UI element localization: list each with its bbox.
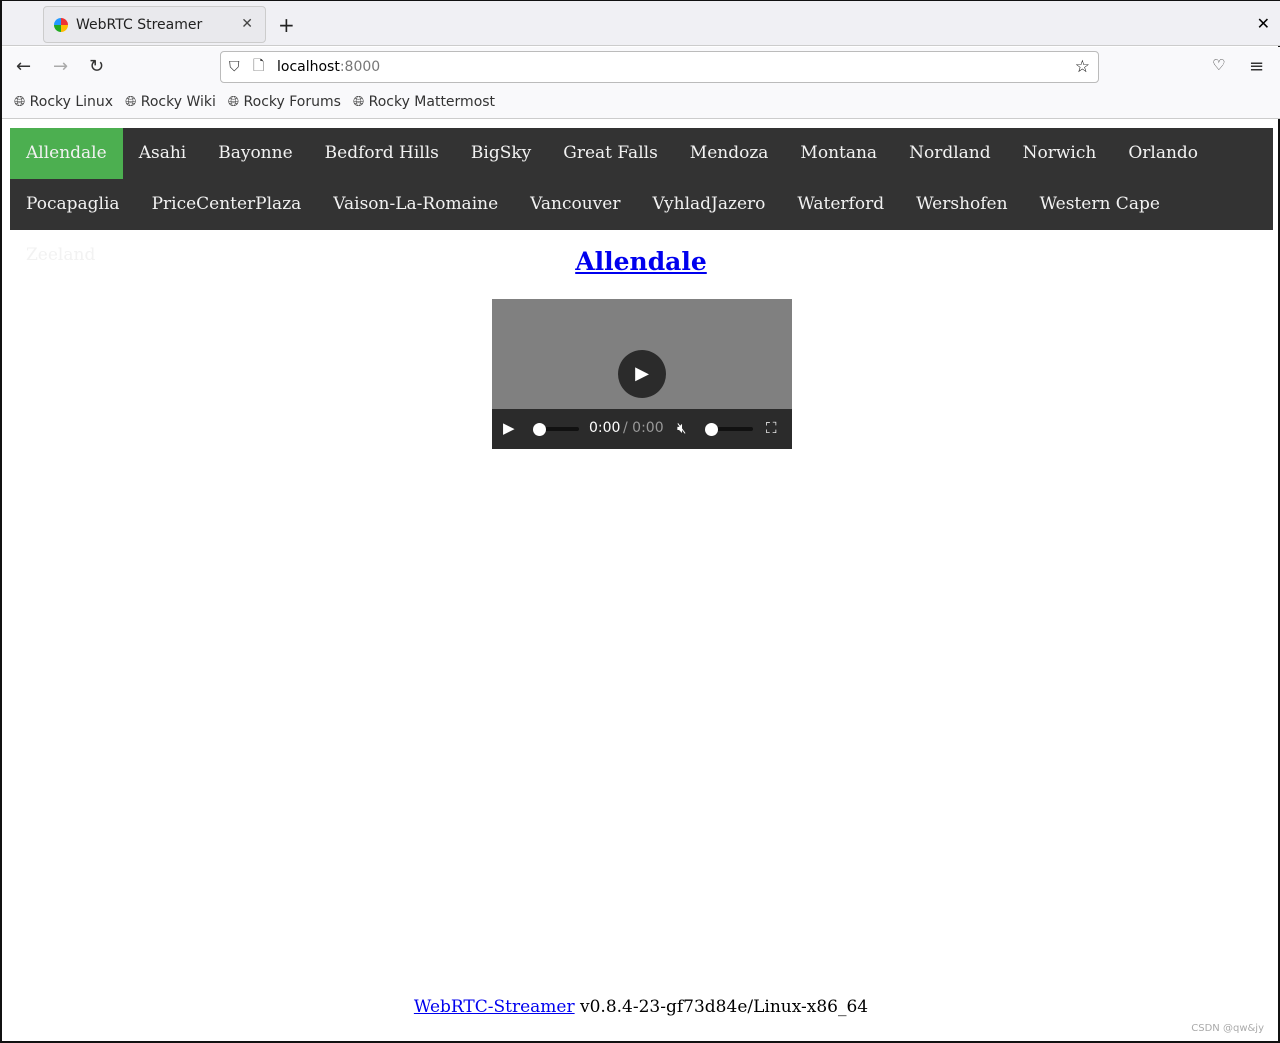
footer: WebRTC-Streamer v0.8.4-23-gf73d84e/Linux…: [2, 997, 1280, 1017]
volume-knob[interactable]: [705, 423, 718, 436]
window-close-button[interactable]: ✕: [1257, 14, 1270, 33]
nav-item-montana[interactable]: Montana: [784, 128, 893, 179]
video-player[interactable]: ▶ ▶ 0:00 / 0:00 🔇︎ ⛶: [492, 299, 792, 449]
progress-knob[interactable]: [533, 423, 546, 436]
bookmarks-bar: 🌐︎ Rocky Linux 🌐︎ Rocky Wiki 🌐︎ Rocky Fo…: [2, 86, 1280, 119]
nav-item-allendale[interactable]: Allendale: [10, 128, 123, 179]
forward-icon[interactable]: →: [53, 56, 68, 77]
nav-item-norwich[interactable]: Norwich: [1007, 128, 1113, 179]
nav-item-nordland[interactable]: Nordland: [893, 128, 1007, 179]
nav-toolbar: ← → ↻ ⛉ 🗋 localhost:8000 ☆ ♡ ≡: [2, 47, 1280, 86]
fullscreen-icon[interactable]: ⛶: [766, 419, 777, 437]
url-port: :8000: [339, 59, 381, 75]
favicon-icon: [54, 17, 68, 32]
globe-icon: 🌐︎: [352, 94, 365, 110]
browser-tab[interactable]: WebRTC Streamer ✕: [43, 6, 266, 43]
bookmark-label: Rocky Wiki: [140, 94, 216, 110]
globe-icon: 🌐︎: [125, 94, 137, 110]
project-link[interactable]: WebRTC-Streamer: [414, 997, 575, 1017]
globe-icon: 🌐︎: [14, 94, 26, 110]
new-tab-button[interactable]: +: [278, 13, 295, 37]
nav-item-pricecenterplaza[interactable]: PriceCenterPlaza: [136, 179, 318, 230]
url-host: localhost: [277, 59, 340, 75]
nav-item-orlando[interactable]: Orlando: [1112, 128, 1214, 179]
nav-item-waterford[interactable]: Waterford: [781, 179, 900, 230]
bookmark-rocky-mattermost[interactable]: 🌐︎ Rocky Mattermost: [353, 94, 495, 110]
big-play-button[interactable]: ▶: [618, 350, 666, 398]
shield-icon: ⛉: [229, 59, 240, 75]
nav-item-bigsky[interactable]: BigSky: [455, 128, 547, 179]
reload-icon[interactable]: ↻: [89, 56, 104, 77]
nav-item-vancouver[interactable]: Vancouver: [514, 179, 636, 230]
video-controls: ▶ 0:00 / 0:00 🔇︎ ⛶: [492, 409, 792, 449]
nav-item-bedford-hills[interactable]: Bedford Hills: [309, 128, 455, 179]
version-text: v0.8.4-23-gf73d84e/Linux-x86_64: [580, 997, 869, 1017]
title-link[interactable]: Allendale: [575, 247, 707, 276]
bookmark-label: Rocky Forums: [243, 94, 341, 110]
duration: / 0:00: [623, 420, 664, 436]
close-tab-icon[interactable]: ✕: [241, 16, 253, 32]
nav-item-great-falls[interactable]: Great Falls: [547, 128, 674, 179]
play-icon[interactable]: ▶: [503, 419, 515, 437]
pocket-icon[interactable]: ♡: [1212, 56, 1225, 74]
nav-item-bayonne[interactable]: Bayonne: [202, 128, 308, 179]
bookmark-label: Rocky Mattermost: [368, 94, 496, 110]
back-icon[interactable]: ←: [16, 56, 31, 77]
bookmark-rocky-linux[interactable]: 🌐︎ Rocky Linux: [14, 94, 113, 110]
current-time: 0:00: [589, 420, 621, 436]
nav-item-mendoza[interactable]: Mendoza: [674, 128, 785, 179]
nav-item-pocapaglia[interactable]: Pocapaglia: [10, 179, 136, 230]
nav-item-vaison-la-romaine[interactable]: Vaison-La-Romaine: [317, 179, 514, 230]
url-bar[interactable]: ⛉ 🗋 localhost:8000 ☆: [220, 51, 1099, 83]
page-icon: 🗋: [253, 58, 265, 74]
stream-nav: Allendale Asahi Bayonne Bedford Hills BigSky…: [10, 128, 1273, 265]
bookmark-label: Rocky Linux: [29, 94, 114, 110]
nav-item-wershofen[interactable]: Wershofen: [900, 179, 1023, 230]
watermark: CSDN @qw&jy: [1191, 1023, 1264, 1034]
bookmark-rocky-forums[interactable]: 🌐︎ Rocky Forums: [228, 94, 341, 110]
globe-icon: 🌐︎: [227, 94, 240, 110]
bookmark-star-icon[interactable]: ☆: [1075, 57, 1090, 77]
nav-item-asahi[interactable]: Asahi: [123, 128, 203, 179]
nav-item-western-cape[interactable]: Western Cape: [1024, 179, 1176, 230]
muted-speaker-icon[interactable]: 🔇︎: [677, 419, 686, 437]
tab-bar: WebRTC Streamer ✕ + ✕: [2, 1, 1280, 46]
bookmark-rocky-wiki[interactable]: 🌐︎ Rocky Wiki: [125, 94, 216, 110]
menu-icon[interactable]: ≡: [1249, 56, 1264, 77]
page-title: Allendale: [2, 247, 1280, 276]
nav-item-vyhladjazero[interactable]: VyhladJazero: [636, 179, 781, 230]
tab-title: WebRTC Streamer: [76, 16, 203, 33]
